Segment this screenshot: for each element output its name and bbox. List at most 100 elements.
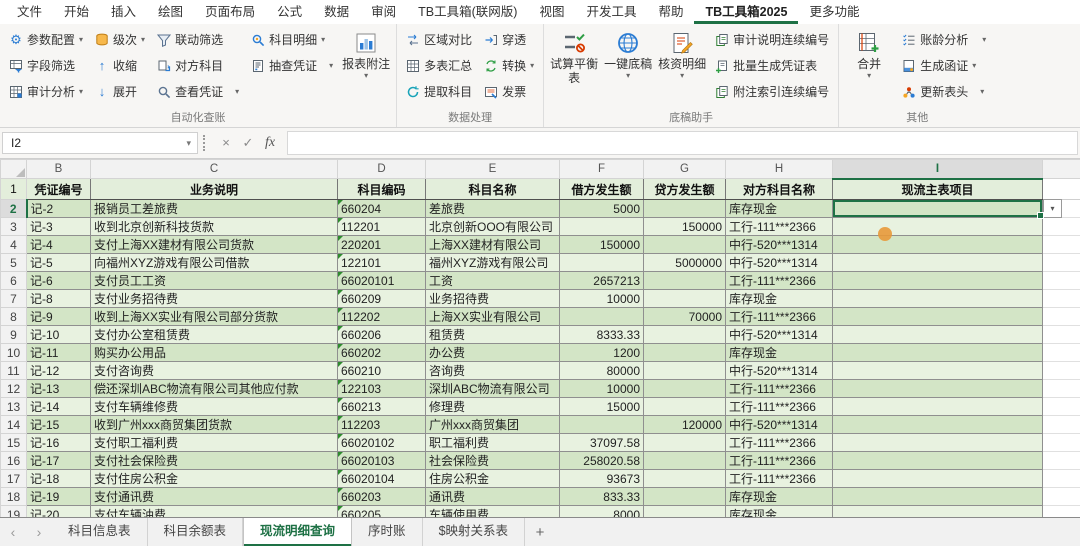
cell-code[interactable]: 66020101 — [338, 272, 426, 290]
prev-sheet-button[interactable]: ‹ — [0, 518, 26, 546]
cell-credit[interactable]: 120000 — [644, 416, 726, 434]
cell-desc[interactable]: 支付社会保险费 — [91, 452, 338, 470]
tab-formulas[interactable]: 公式 — [266, 0, 313, 24]
cell-voucher[interactable]: 记-13 — [27, 380, 91, 398]
extract-subject-button[interactable]: 提取科目 — [402, 79, 476, 104]
cell-dropdown-button[interactable]: ▾ — [1043, 199, 1062, 218]
cell-opposite-account[interactable]: 库存现金 — [726, 290, 833, 308]
sheet-tab-account-balance[interactable]: 科目余额表 — [148, 518, 244, 546]
cell-desc[interactable]: 支付业务招待费 — [91, 290, 338, 308]
report-notes-button[interactable]: 报表附注 ▾ — [341, 27, 391, 80]
cell-cashflow-item[interactable] — [833, 290, 1043, 308]
cell-credit[interactable] — [644, 470, 726, 488]
cell-cashflow-item[interactable] — [833, 398, 1043, 416]
tab-view[interactable]: 视图 — [528, 0, 575, 24]
row-header[interactable]: 2 — [1, 200, 27, 218]
cell-desc[interactable]: 支付车辆维修费 — [91, 398, 338, 416]
header-credit-amount[interactable]: 贷方发生额 — [644, 179, 726, 200]
cell-name[interactable]: 北京创新OOO有限公司 — [426, 218, 560, 236]
cell-desc[interactable]: 支付上海XX建材有限公司货款 — [91, 236, 338, 254]
cell-name[interactable]: 社会保险费 — [426, 452, 560, 470]
cell-opposite-account[interactable]: 库存现金 — [726, 488, 833, 506]
cell-name[interactable]: 差旅费 — [426, 200, 560, 218]
tab-data[interactable]: 数据 — [313, 0, 360, 24]
cell-desc[interactable]: 支付通讯费 — [91, 488, 338, 506]
cell-code[interactable]: 66020102 — [338, 434, 426, 452]
sheet-tab-journal[interactable]: 序时账 — [352, 518, 423, 546]
row-header[interactable]: 10 — [1, 344, 27, 362]
row-header[interactable]: 18 — [1, 488, 27, 506]
cell-voucher[interactable]: 记-17 — [27, 452, 91, 470]
cell-opposite-account[interactable]: 库存现金 — [726, 344, 833, 362]
header-cashflow-item[interactable]: 现流主表项目 — [833, 179, 1043, 200]
cell-opposite-account[interactable]: 中行-520***1314 — [726, 236, 833, 254]
cell-cashflow-item[interactable] — [833, 344, 1043, 362]
tab-more-features[interactable]: 更多功能 — [798, 0, 870, 24]
cell-cashflow-item[interactable] — [833, 470, 1043, 488]
row-header[interactable]: 12 — [1, 380, 27, 398]
cell-credit[interactable] — [644, 200, 726, 218]
cell-cashflow-item[interactable] — [833, 416, 1043, 434]
subject-detail-button[interactable]: 科目明细 ▾ — [247, 27, 337, 52]
cell-cashflow-item[interactable] — [833, 434, 1043, 452]
cell-voucher[interactable]: 记-15 — [27, 416, 91, 434]
cell-name[interactable]: 通讯费 — [426, 488, 560, 506]
params-config-button[interactable]: ⚙ 参数配置 ▾ — [5, 27, 87, 52]
cell-opposite-account[interactable]: 工行-111***2366 — [726, 398, 833, 416]
row-header[interactable]: 16 — [1, 452, 27, 470]
cell-code[interactable]: 660206 — [338, 326, 426, 344]
column-header-F[interactable]: F — [560, 160, 644, 179]
cell-desc[interactable]: 收到广州xxx商贸集团货款 — [91, 416, 338, 434]
trial-balance-button[interactable]: 试算平衡表 — [549, 27, 599, 86]
cell-credit[interactable] — [644, 488, 726, 506]
cell-debit[interactable]: 2657213 — [560, 272, 644, 290]
one-key-draft-button[interactable]: 一键底稿 ▾ — [603, 27, 653, 80]
opposite-account-button[interactable]: 对方科目 — [153, 53, 243, 78]
cell-voucher[interactable]: 记-18 — [27, 470, 91, 488]
sample-voucher-button[interactable]: 抽查凭证 ▾ — [247, 53, 337, 78]
cell-debit[interactable] — [560, 218, 644, 236]
cell-voucher[interactable]: 记-9 — [27, 308, 91, 326]
sheet-tab-cashflow-detail[interactable]: 现流明细查询 — [243, 518, 352, 546]
cell-code[interactable]: 112201 — [338, 218, 426, 236]
cell-voucher[interactable]: 记-2 — [27, 200, 91, 218]
cell-name[interactable]: 业务招待费 — [426, 290, 560, 308]
cell-cashflow-item[interactable] — [833, 452, 1043, 470]
row-header[interactable]: 11 — [1, 362, 27, 380]
cell-code[interactable]: 220201 — [338, 236, 426, 254]
cell-credit[interactable] — [644, 362, 726, 380]
row-header[interactable]: 8 — [1, 308, 27, 326]
cell-credit[interactable] — [644, 290, 726, 308]
cell-desc[interactable]: 向福州XYZ游戏有限公司借款 — [91, 254, 338, 272]
column-header-D[interactable]: D — [338, 160, 426, 179]
cell-code[interactable]: 112202 — [338, 308, 426, 326]
header-voucher-no[interactable]: 凭证编号 — [27, 179, 91, 200]
cell-code[interactable]: 660204 — [338, 200, 426, 218]
view-voucher-button[interactable]: 查看凭证 ▾ — [153, 79, 243, 104]
merge-button[interactable]: 合并 ▾ — [844, 27, 894, 80]
sheet-tab-mapping[interactable]: $映射关系表 — [423, 518, 525, 546]
cell-name[interactable]: 修理费 — [426, 398, 560, 416]
column-header-H[interactable]: H — [726, 160, 833, 179]
tab-home[interactable]: 开始 — [53, 0, 100, 24]
cell-desc[interactable]: 偿还深圳ABC物流有限公司其他应付款 — [91, 380, 338, 398]
cell-debit[interactable]: 37097.58 — [560, 434, 644, 452]
cell-debit[interactable]: 10000 — [560, 380, 644, 398]
cell-code[interactable]: 660210 — [338, 362, 426, 380]
linked-filter-button[interactable]: 联动筛选 — [153, 27, 243, 52]
cell-voucher[interactable]: 记-6 — [27, 272, 91, 290]
cell-credit[interactable] — [644, 272, 726, 290]
cell-credit[interactable] — [644, 380, 726, 398]
cell-voucher[interactable]: 记-8 — [27, 290, 91, 308]
cell-opposite-account[interactable]: 工行-111***2366 — [726, 452, 833, 470]
tab-tb-toolbox-online[interactable]: TB工具箱(联网版) — [407, 0, 528, 24]
cell-name[interactable]: 广州xxx商贸集团 — [426, 416, 560, 434]
batch-voucher-button[interactable]: 批量生成凭证表 — [711, 53, 833, 78]
cell-opposite-account[interactable]: 工行-111***2366 — [726, 308, 833, 326]
cell-code[interactable]: 66020103 — [338, 452, 426, 470]
cell-opposite-account[interactable]: 工行-111***2366 — [726, 272, 833, 290]
cell-credit[interactable] — [644, 344, 726, 362]
level-button[interactable]: 级次 ▾ — [91, 27, 149, 52]
cell-credit[interactable] — [644, 398, 726, 416]
tab-insert[interactable]: 插入 — [100, 0, 147, 24]
